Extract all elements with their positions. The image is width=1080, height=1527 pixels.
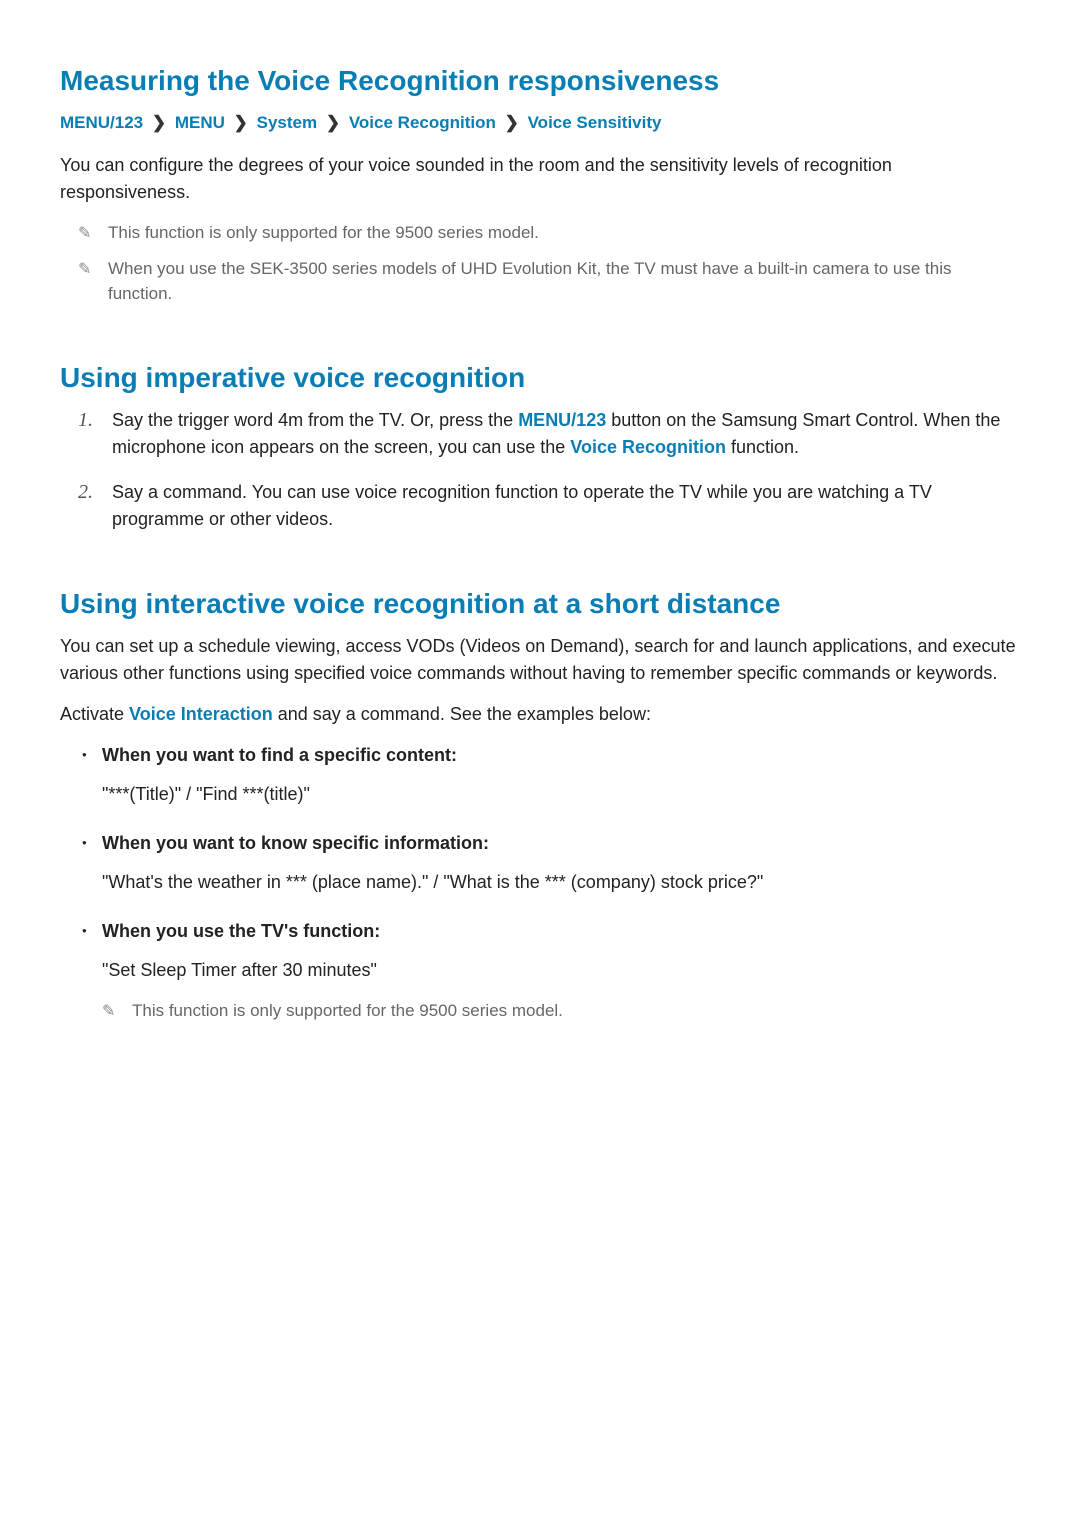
- bullet-example: "Set Sleep Timer after 30 minutes": [102, 957, 1020, 984]
- step-item: 1. Say the trigger word 4m from the TV. …: [60, 407, 1020, 461]
- step-text: Say a command. You can use voice recogni…: [112, 479, 1020, 533]
- bullet-title: When you use the TV's function:: [102, 918, 1020, 945]
- step-text: Say the trigger word 4m from the TV. Or,…: [112, 407, 1020, 461]
- breadcrumb-item[interactable]: MENU: [175, 113, 225, 132]
- section-title-2: Using imperative voice recognition: [60, 357, 1020, 399]
- bullet-example: "What's the weather in *** (place name).…: [102, 869, 1020, 896]
- note-list: ✎ This function is only supported for th…: [60, 220, 1020, 307]
- note-item: ✎ This function is only supported for th…: [60, 220, 1020, 246]
- note-text: This function is only supported for the …: [108, 220, 1020, 246]
- intro-text: You can set up a schedule viewing, acces…: [60, 633, 1020, 687]
- note-item: ✎ When you use the SEK-3500 series model…: [60, 256, 1020, 307]
- note-text: This function is only supported for the …: [132, 998, 1020, 1024]
- chevron-right-icon: ❯: [505, 113, 519, 132]
- section-imperative: Using imperative voice recognition 1. Sa…: [60, 357, 1020, 533]
- bullet-title: When you want to find a specific content…: [102, 742, 1020, 769]
- voice-recognition-link[interactable]: Voice Recognition: [570, 437, 726, 457]
- pencil-icon: ✎: [78, 258, 108, 282]
- intro-text: You can configure the degrees of your vo…: [60, 152, 1020, 206]
- section-title-3: Using interactive voice recognition at a…: [60, 583, 1020, 625]
- section-measuring: Measuring the Voice Recognition responsi…: [60, 60, 1020, 307]
- note-text: When you use the SEK-3500 series models …: [108, 256, 1020, 307]
- bullet-example: "***(Title)" / "Find ***(title)": [102, 781, 1020, 808]
- pencil-icon: ✎: [102, 1000, 132, 1024]
- breadcrumb: MENU/123 ❯ MENU ❯ System ❯ Voice Recogni…: [60, 110, 1020, 136]
- bullet-item: When you use the TV's function: "Set Sle…: [60, 918, 1020, 1024]
- step-number: 1.: [78, 407, 112, 433]
- chevron-right-icon: ❯: [326, 113, 340, 132]
- breadcrumb-item[interactable]: Voice Sensitivity: [528, 113, 662, 132]
- section-interactive: Using interactive voice recognition at a…: [60, 583, 1020, 1024]
- chevron-right-icon: ❯: [234, 113, 248, 132]
- breadcrumb-item[interactable]: Voice Recognition: [349, 113, 496, 132]
- bullet-item: When you want to find a specific content…: [60, 742, 1020, 808]
- breadcrumb-item[interactable]: MENU/123: [60, 113, 143, 132]
- pencil-icon: ✎: [78, 222, 108, 246]
- bullet-item: When you want to know specific informati…: [60, 830, 1020, 896]
- menu123-link[interactable]: MENU/123: [518, 410, 606, 430]
- breadcrumb-item[interactable]: System: [257, 113, 317, 132]
- step-item: 2. Say a command. You can use voice reco…: [60, 479, 1020, 533]
- chevron-right-icon: ❯: [152, 113, 166, 132]
- step-number: 2.: [78, 479, 112, 505]
- bullet-list: When you want to find a specific content…: [60, 742, 1020, 1024]
- bullet-title: When you want to know specific informati…: [102, 830, 1020, 857]
- voice-interaction-link[interactable]: Voice Interaction: [129, 704, 273, 724]
- activate-text: Activate Voice Interaction and say a com…: [60, 701, 1020, 728]
- nested-note: ✎ This function is only supported for th…: [102, 998, 1020, 1024]
- numbered-list: 1. Say the trigger word 4m from the TV. …: [60, 407, 1020, 533]
- section-title-1: Measuring the Voice Recognition responsi…: [60, 60, 1020, 102]
